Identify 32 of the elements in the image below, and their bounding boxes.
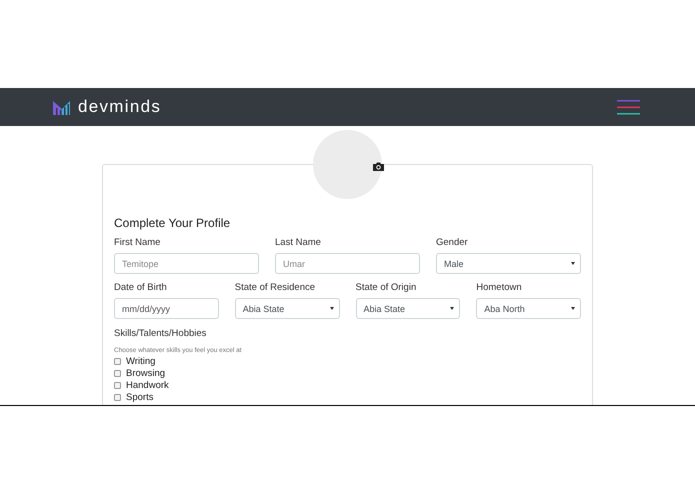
- menu-icon[interactable]: [617, 100, 640, 114]
- caret-icon: [571, 262, 575, 265]
- checkbox-label: Sports: [126, 392, 154, 402]
- field-label: State of Residence: [234, 281, 316, 295]
- select-dropdown[interactable]: Male: [436, 253, 581, 274]
- form-title: Complete Your Profile: [114, 215, 232, 232]
- brand-name[interactable]: devminds: [78, 97, 162, 117]
- text-input[interactable]: Umar: [275, 253, 420, 274]
- skills-label: Skills/Talents/Hobbies: [114, 327, 208, 341]
- date-input[interactable]: mm/dd/yyyy: [114, 298, 219, 319]
- checkbox[interactable]: [114, 382, 121, 388]
- field-label: Date of Birth: [114, 281, 168, 295]
- field-label: State of Origin: [356, 281, 418, 295]
- checkbox-label: Writing: [126, 356, 156, 366]
- select-dropdown[interactable]: Abia State: [356, 298, 460, 319]
- select-dropdown[interactable]: Abia State: [234, 298, 340, 319]
- field-label: Gender: [436, 236, 469, 250]
- checkbox-label: Browsing: [126, 368, 166, 378]
- field-label: Hometown: [476, 281, 523, 295]
- caret-icon: [571, 307, 575, 310]
- camera-icon[interactable]: [373, 162, 384, 171]
- checkbox-label: Handwork: [126, 380, 169, 390]
- select-dropdown[interactable]: Aba North: [476, 298, 581, 319]
- checkbox[interactable]: [114, 370, 121, 376]
- text-input[interactable]: Temitope: [114, 253, 259, 274]
- checkbox[interactable]: [114, 358, 121, 364]
- logo-icon: [53, 99, 71, 115]
- caret-icon: [450, 307, 454, 310]
- caret-icon: [330, 307, 334, 310]
- checkbox[interactable]: [114, 394, 121, 400]
- field-label: Last Name: [275, 236, 322, 250]
- field-label: First Name: [114, 236, 162, 250]
